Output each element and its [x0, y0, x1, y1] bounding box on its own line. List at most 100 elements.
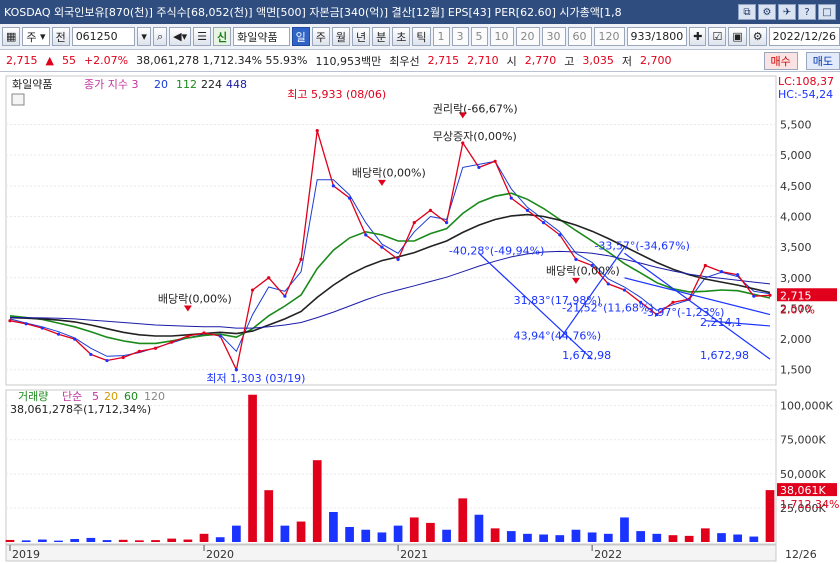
interval-3[interactable]: 3 — [451, 27, 469, 46]
volume-bar — [749, 536, 759, 542]
volume-bar — [21, 540, 31, 542]
period-tab-year[interactable]: 년 — [352, 27, 371, 46]
price-point — [736, 273, 740, 277]
volume-bar — [684, 535, 694, 542]
interval-5[interactable]: 5 — [470, 27, 488, 46]
code-input[interactable]: 061250 — [71, 27, 136, 46]
price-point — [202, 331, 206, 335]
config-icon[interactable]: ⚙ — [748, 27, 767, 46]
price-point — [477, 165, 481, 170]
list-icon[interactable]: ☰ — [193, 27, 211, 46]
interval-120[interactable]: 120 — [593, 27, 625, 46]
search-icon[interactable]: ⌕ — [152, 27, 168, 46]
restore-icon[interactable]: ⧉ — [738, 4, 756, 20]
low-price: 2,700 — [639, 54, 672, 67]
window-title: KOSDAQ 외국인보유[870(천)] 주식수[68,052(천)] 액면[5… — [4, 6, 622, 19]
price-tick-label: 3,000 — [780, 272, 812, 285]
price-point — [315, 129, 319, 133]
market-select-label: 주 — [26, 30, 37, 44]
grid-icon[interactable]: ▦ — [2, 27, 21, 46]
chart-toolbar: ▦ 주 ▾ 전 061250 ▾ ⌕ ◀▾ ☰ 신 화일약품 일 주 월 년 분… — [0, 24, 840, 50]
price-point — [40, 326, 44, 330]
volume-bar — [652, 533, 662, 542]
price-legend-label: 종가 지수 3 — [84, 78, 138, 91]
volume-info: 38,061,278 1,712.34% 55.93% — [136, 54, 308, 67]
interval-30[interactable]: 30 — [541, 27, 566, 46]
annotation-label: 배당락(0,00%) — [158, 292, 232, 305]
market-select[interactable]: 주 ▾ — [22, 27, 50, 46]
price-point — [558, 233, 562, 237]
volume-bar — [345, 527, 354, 542]
sell-button[interactable]: 매도 — [805, 51, 840, 70]
volume-bar — [135, 540, 144, 542]
stock-chart[interactable]: 최고 5,933 (08/06) 최저 1,303 (03/19) 권리락(-66,… — [0, 72, 840, 563]
price-point — [364, 233, 368, 237]
period-tab-minute[interactable]: 분 — [372, 27, 391, 46]
interval-10[interactable]: 10 — [489, 27, 514, 46]
code-dropdown-icon[interactable]: ▾ — [137, 27, 151, 46]
price-legend-ma112: 112 — [176, 78, 197, 91]
panel-grid-icon[interactable] — [11, 93, 25, 106]
interval-60[interactable]: 60 — [567, 27, 592, 46]
quote-bar: 2,715 ▲ 55 +2.07% 38,061,278 1,712.34% 5… — [0, 50, 840, 72]
annotation-label: -33,57°(-34,67%) — [594, 240, 689, 253]
current-change-label: 2.07% — [780, 303, 815, 316]
hc-label: HC:-54,24 — [778, 88, 833, 101]
current-volume-pct-label: 1,712,34% — [780, 498, 839, 511]
sound-icon[interactable]: ◀▾ — [169, 27, 192, 46]
crosshair-icon[interactable]: ✚ — [689, 27, 707, 46]
volume-bar — [539, 534, 548, 542]
pin-icon[interactable]: ✈ — [778, 4, 796, 20]
price-point — [509, 196, 513, 200]
volume-legend-ma20: 20 — [104, 390, 118, 403]
volume-bar — [523, 533, 532, 542]
period-tab-day[interactable]: 일 — [291, 27, 310, 46]
volume-legend-ma120: 120 — [144, 390, 165, 403]
price-point — [412, 221, 416, 225]
price-legend-ma224: 224 — [201, 78, 222, 91]
period-tab-week[interactable]: 주 — [311, 27, 330, 46]
price-point — [170, 340, 174, 344]
price-point — [542, 221, 546, 225]
price-point — [396, 257, 400, 261]
volume-bar — [54, 540, 63, 542]
price-point — [768, 293, 772, 297]
buy-button[interactable]: 매수 — [763, 51, 798, 70]
open-price: 2,770 — [524, 54, 557, 67]
prev-button[interactable]: 전 — [51, 27, 70, 46]
date-input[interactable]: 2022/12/26 — [768, 27, 840, 46]
help-icon[interactable]: ? — [798, 4, 816, 20]
checkbox-icon[interactable]: ☑ — [708, 27, 727, 46]
period-tab-tick[interactable]: 틱 — [412, 27, 431, 46]
volume-bar — [506, 531, 516, 542]
stock-name-field[interactable]: 화일약품 — [233, 27, 290, 46]
price-point — [606, 282, 610, 286]
count-input[interactable]: 933/1800 — [626, 27, 688, 46]
price-point — [299, 257, 303, 261]
price-change: 55 — [61, 54, 76, 67]
volume-bar — [312, 460, 322, 542]
period-tab-second[interactable]: 초 — [392, 27, 411, 46]
price-point — [444, 221, 449, 225]
price-point — [121, 355, 125, 360]
high-price: 3,035 — [582, 54, 614, 67]
period-tab-month[interactable]: 월 — [331, 27, 351, 46]
price-tick-label: 3,500 — [780, 241, 812, 254]
volume-info-label: 38,061,278주(1,712,34%) — [10, 403, 151, 416]
interval-20[interactable]: 20 — [515, 27, 540, 46]
volume-bar — [199, 533, 209, 542]
save-icon[interactable]: ▣ — [728, 27, 747, 46]
maximize-icon[interactable]: □ — [818, 4, 836, 20]
price-point — [752, 294, 756, 298]
annotation-label: 최고 5,933 (08/06) — [287, 88, 386, 101]
interval-1[interactable]: 1 — [432, 27, 450, 46]
volume-bar — [118, 539, 128, 542]
volume-bar — [700, 528, 710, 542]
settings-icon[interactable]: ⚙ — [758, 4, 776, 20]
volume-bar — [409, 517, 419, 542]
annotation-label: 권리락(-66,67%) — [433, 102, 518, 115]
price-tick-label: 4,500 — [780, 180, 812, 193]
annotation-label: -40,28°(-49,94%) — [449, 244, 544, 257]
price-point — [186, 334, 190, 338]
volume-bar — [458, 498, 468, 542]
